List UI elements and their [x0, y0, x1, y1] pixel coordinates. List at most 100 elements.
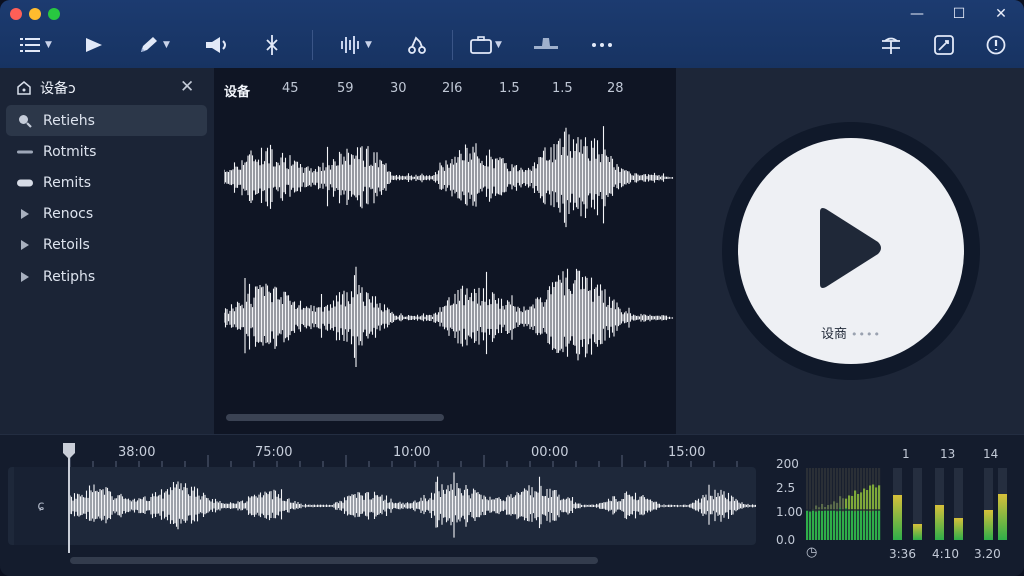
player-caption-text: 设商 — [821, 327, 848, 342]
meter-bar-1 — [893, 468, 902, 540]
timeline-track[interactable]: ɕ — [8, 467, 756, 545]
ruler-label: 1.5 — [552, 81, 573, 96]
list-icon — [20, 38, 40, 52]
pencil-tool-button[interactable]: ▼ — [138, 32, 170, 58]
image-edit-tool-button[interactable] — [934, 32, 954, 58]
sidebar-item-renocs[interactable]: Renocs — [6, 198, 207, 229]
app-window: — ☐ ✕ ▼ ▼ ▼ ▼ 设备ɔ ✕ Retiehs Rotmits Remi… — [0, 0, 1024, 576]
track-icon[interactable]: ɕ — [14, 467, 68, 545]
speaker-tool-button[interactable] — [204, 32, 230, 58]
meter-bottom-label: 4:10 — [932, 547, 959, 561]
ruler-label: 28 — [607, 81, 624, 96]
stand-tool-button[interactable] — [533, 32, 559, 58]
waveform-channel-right[interactable] — [224, 250, 674, 386]
more-tool-button[interactable] — [591, 32, 613, 58]
sidebar: 设备ɔ ✕ Retiehs Rotmits Remits Renocs Reto… — [0, 68, 214, 434]
trim-tool-button[interactable] — [880, 32, 902, 58]
image-edit-icon — [934, 35, 954, 55]
ruler-label: 45 — [282, 81, 299, 96]
chevron-down-icon: ▼ — [163, 40, 170, 50]
briefcase-icon — [470, 36, 492, 54]
ruler-label: 1.5 — [499, 81, 520, 96]
meter-bar-5 — [984, 468, 993, 540]
triangle-right-icon — [16, 239, 34, 251]
briefcase-tool-button[interactable]: ▼ — [470, 32, 502, 58]
waveform-channel-left[interactable] — [224, 110, 674, 246]
maximize-button[interactable]: ☐ — [948, 4, 970, 24]
sidebar-header: 设备ɔ — [16, 78, 76, 98]
sidebar-item-label: Rotmits — [43, 143, 97, 160]
sidebar-item-remits[interactable]: Remits — [6, 167, 207, 198]
sidebar-item-label: Remits — [43, 174, 92, 191]
player-panel: 设商 •••• — [676, 68, 1024, 434]
meter-bar-3 — [935, 468, 944, 540]
close-button[interactable]: ✕ — [990, 4, 1012, 24]
meter-col-label: 13 — [940, 447, 956, 461]
triangle-right-icon — [16, 208, 34, 220]
ruler-label: 59 — [337, 81, 354, 96]
sidebar-close-button[interactable]: ✕ — [180, 78, 194, 96]
play-ring: 设商 •••• — [722, 122, 980, 380]
sidebar-item-retoils[interactable]: Retoils — [6, 229, 207, 260]
player-caption: 设商 •••• — [722, 323, 980, 342]
waveform-tool-button[interactable]: ▼ — [340, 32, 372, 58]
timeline-ticks — [70, 455, 738, 467]
cut-icon — [266, 35, 278, 55]
sidebar-title: 设备ɔ — [40, 81, 76, 97]
ruler-label: 30 — [390, 81, 407, 96]
toolbar-divider — [452, 30, 453, 60]
clock-icon: ◷ — [806, 545, 818, 560]
search-icon — [16, 113, 34, 129]
chevron-down-icon: ▼ — [365, 40, 372, 50]
list-tool-button[interactable]: ▼ — [20, 32, 52, 58]
spectrum-meter — [806, 468, 882, 540]
sidebar-item-label: Retoils — [43, 236, 90, 253]
info-icon — [986, 35, 1006, 55]
stand-icon — [534, 38, 558, 49]
minimize-dot[interactable] — [29, 8, 41, 20]
sidebar-item-label: Renocs — [43, 205, 94, 222]
close-dot[interactable] — [10, 8, 22, 20]
waveform-editor[interactable]: 设备 45 59 30 2I6 1.5 1.5 28 — [214, 68, 676, 434]
player-caption-dots: •••• — [851, 328, 881, 341]
meter-col-label: 1 — [902, 447, 910, 461]
sidebar-item-rotmits[interactable]: Rotmits — [6, 136, 207, 167]
play-tool-button[interactable] — [84, 32, 104, 58]
share-icon — [408, 36, 426, 54]
toolbar-divider — [312, 30, 313, 60]
meter-y-label: 2.5 — [776, 481, 796, 495]
trim-icon — [882, 37, 900, 54]
timeline-scrollbar[interactable] — [70, 557, 598, 564]
ruler-label: 设备 — [224, 85, 251, 100]
playhead[interactable] — [61, 441, 77, 553]
meter-y-label: 1.00 — [776, 505, 803, 519]
ruler-label: 2I6 — [442, 81, 463, 96]
minimize-button[interactable]: — — [906, 4, 928, 24]
meter-bar-4 — [954, 468, 963, 540]
sidebar-item-label: Retiphs — [43, 268, 96, 285]
sidebar-item-retiehs[interactable]: Retiehs — [6, 105, 207, 136]
share-tool-button[interactable] — [406, 32, 428, 58]
sidebar-item-retiphs[interactable]: Retiphs — [6, 261, 207, 292]
zoom-dot[interactable] — [48, 8, 60, 20]
meter-bottom-label: 3.20 — [974, 547, 1001, 561]
meter-bottom-label: 3:36 — [889, 547, 916, 561]
waveform-icon — [341, 36, 359, 54]
timeline[interactable]: 38:00 75:00 10:00 00:00 15:00 ɕ — [0, 434, 760, 576]
chevron-down-icon: ▼ — [495, 40, 502, 50]
timeline-waveform[interactable] — [70, 467, 756, 545]
more-icon — [592, 43, 612, 47]
info-tool-button[interactable] — [986, 32, 1006, 58]
meter-col-label: 14 — [983, 447, 999, 461]
speaker-icon — [206, 37, 226, 53]
meter-y-label: 0.0 — [776, 533, 796, 547]
sidebar-item-label: Retiehs — [43, 112, 95, 129]
cut-tool-button[interactable] — [264, 32, 280, 58]
horizontal-scrollbar[interactable] — [226, 414, 444, 421]
meter-bar-6 — [998, 468, 1007, 540]
chevron-down-icon: ▼ — [45, 40, 52, 50]
dash-icon — [16, 149, 34, 155]
triangle-right-icon — [16, 271, 34, 283]
home-icon — [17, 81, 31, 95]
meter-y-label: 200 — [776, 457, 799, 471]
